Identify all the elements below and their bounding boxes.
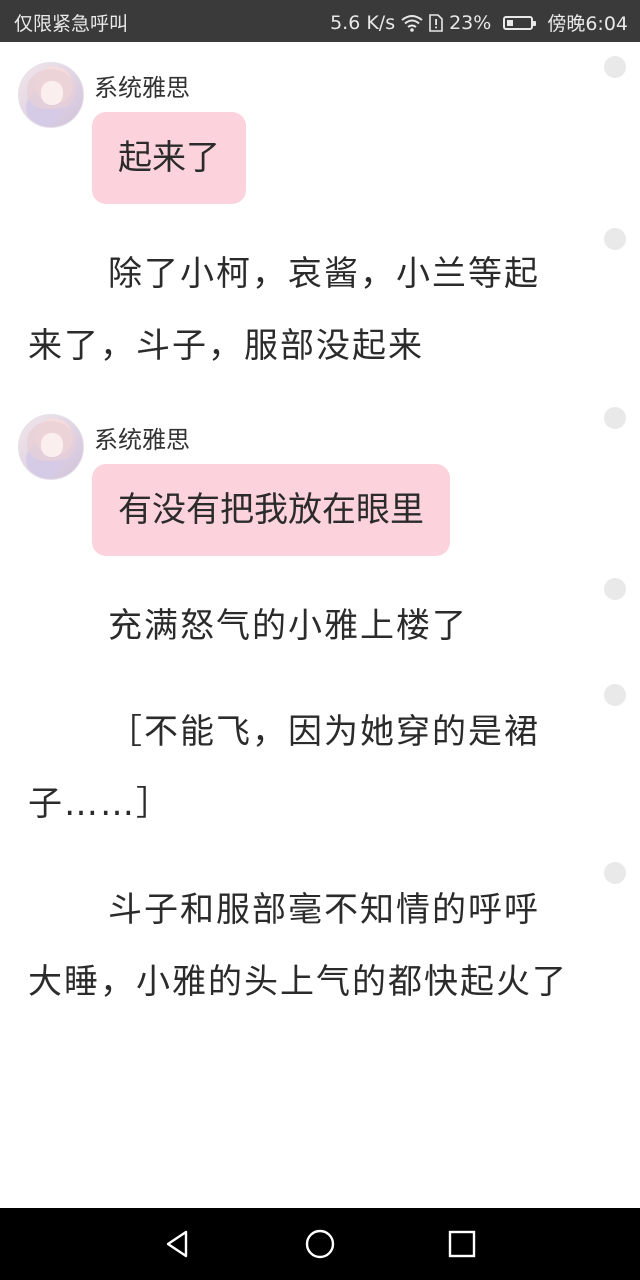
navigation-bar <box>0 1208 640 1280</box>
battery-percent: 23% <box>449 11 492 34</box>
battery-icon <box>503 15 537 30</box>
avatar[interactable] <box>18 62 84 128</box>
message-dot[interactable] <box>604 578 626 600</box>
narration-text: 除了小柯，哀酱，小兰等起来了，斗子，服部没起来 <box>28 254 540 366</box>
narration-text: 斗子和服部毫不知情的呼呼大睡，小雅的头上气的都快起火了 <box>28 890 568 1002</box>
message-bubble[interactable]: 起来了 <box>92 112 246 204</box>
carrier-text: 仅限紧急呼叫 <box>14 13 129 35</box>
network-speed: 5.6 K/s <box>330 11 396 34</box>
recents-icon[interactable] <box>446 1228 478 1260</box>
home-icon[interactable] <box>304 1228 336 1260</box>
narration-text: 充满怒气的小雅上楼了 <box>108 606 468 646</box>
back-icon[interactable] <box>162 1228 194 1260</box>
sender-name: 系统雅思 <box>94 426 190 454</box>
narration-text: ［不能飞，因为她穿的是裙子……］ <box>28 712 540 824</box>
status-right: 5.6 K/s 23% 傍晚6:04 <box>330 9 628 36</box>
wifi-icon <box>401 14 423 32</box>
message-dot[interactable] <box>604 407 626 429</box>
message-bubble[interactable]: 有没有把我放在眼里 <box>92 464 450 556</box>
sender-name: 系统雅思 <box>94 74 190 102</box>
clock: 傍晚6:04 <box>547 13 628 35</box>
avatar[interactable] <box>18 414 84 480</box>
message-dot[interactable] <box>604 228 626 250</box>
status-bar: 仅限紧急呼叫 5.6 K/s 23% 傍晚6:04 <box>0 0 640 42</box>
chat-content[interactable]: 系统雅思 起来了 除了小柯，哀酱，小兰等起来了，斗子，服部没起来 系统雅思 有没… <box>0 42 640 1208</box>
message-dot[interactable] <box>604 56 626 78</box>
message-dot[interactable] <box>604 684 626 706</box>
message-dot[interactable] <box>604 862 626 884</box>
sim-alert-icon <box>429 13 443 32</box>
